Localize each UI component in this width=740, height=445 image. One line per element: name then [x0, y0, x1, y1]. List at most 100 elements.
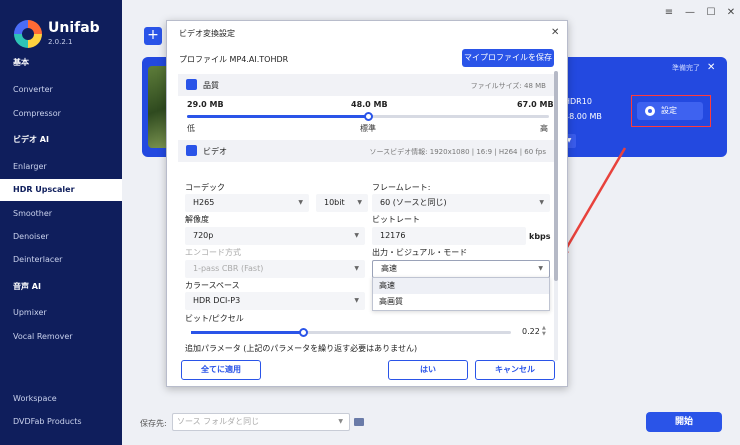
- output-size-label: 48.00 MB: [564, 112, 602, 121]
- colorspace-value: HDR DCI-P3: [193, 296, 241, 305]
- file-size-info: ファイルサイズ: 48 MB: [470, 82, 546, 90]
- gear-icon: [645, 106, 655, 116]
- visual-mode-dropdown: 高速 高画質: [372, 277, 550, 311]
- sidebar-item-smoother[interactable]: Smoother: [0, 203, 122, 225]
- cancel-button[interactable]: キャンセル: [475, 360, 555, 380]
- sidebar-item-workspace[interactable]: Workspace: [0, 388, 122, 410]
- video-section-header: ビデオ ソースビデオ情報: 1920x1080 | 16:9 | H264 | …: [178, 140, 554, 162]
- sidebar: Unifab 2.0.2.1 基本 Converter Compressor ビデオ …: [0, 0, 122, 445]
- menu-icon[interactable]: ≡: [662, 7, 676, 18]
- resolution-value: 720p: [193, 231, 214, 240]
- video-settings-dialog: ビデオ変換設定 ✕ プロファイル MP4.AI.TOHDR マイプロファイルを保…: [166, 20, 568, 387]
- visual-mode-option[interactable]: 高画質: [373, 294, 549, 310]
- save-location-select[interactable]: ソース フォルダと同じ ▼: [172, 413, 350, 431]
- add-video-button[interactable]: +: [144, 21, 162, 45]
- bpp-value[interactable]: 0.22: [522, 327, 540, 336]
- quality-slider[interactable]: [187, 112, 549, 121]
- quality-section-header: 品質 ファイルサイズ: 48 MB: [178, 74, 554, 96]
- quality-mid-size: 48.0 MB: [351, 100, 388, 109]
- bpp-slider-handle[interactable]: [299, 328, 308, 337]
- quality-standard-label: 標準: [360, 124, 376, 133]
- settings-button-label: 設定: [661, 106, 677, 115]
- sidebar-item-upmixer[interactable]: Upmixer: [0, 302, 122, 324]
- codec-select[interactable]: H265 ▼: [185, 194, 309, 212]
- save-location-label: 保存先:: [140, 419, 167, 428]
- quality-slider-fill: [187, 115, 368, 118]
- video-section-title: ビデオ: [203, 147, 227, 156]
- settings-button[interactable]: 設定: [637, 102, 703, 120]
- hdr-format-label: HDR10: [564, 97, 592, 106]
- sidebar-item-converter[interactable]: Converter: [0, 79, 122, 101]
- sidebar-item-dvdfab-products[interactable]: DVDFab Products: [0, 411, 122, 433]
- dialog-scrollbar-thumb[interactable]: [554, 71, 558, 281]
- sidebar-item-enlarger[interactable]: Enlarger: [0, 156, 122, 178]
- bitrate-unit: kbps: [529, 232, 551, 241]
- window-close-icon[interactable]: ✕: [724, 7, 738, 18]
- quality-high-label: 高: [540, 124, 548, 133]
- play-icon: [186, 145, 197, 156]
- chevron-down-icon: ▼: [354, 265, 359, 272]
- minimize-icon[interactable]: —: [683, 7, 697, 18]
- extra-params-label: 追加パラメータ (上記のパラメータを繰り返す必要はありません): [185, 344, 418, 353]
- bitrate-input[interactable]: 12176: [372, 227, 526, 245]
- framerate-label: フレームレート:: [372, 183, 431, 192]
- ok-button[interactable]: はい: [388, 360, 468, 380]
- codec-value: H265: [193, 198, 215, 207]
- bitrate-label: ビットレート: [372, 215, 420, 224]
- bpp-stepper-icon[interactable]: ▲ ▼: [542, 325, 546, 337]
- framerate-value: 60 (ソースと同じ): [380, 198, 447, 207]
- file-icon: [186, 79, 197, 90]
- start-button[interactable]: 開始: [646, 412, 722, 432]
- codec-label: コーデック: [185, 183, 225, 192]
- sidebar-item-hdr-upscaler[interactable]: HDR Upscaler: [0, 179, 122, 201]
- save-profile-button[interactable]: マイプロファイルを保存: [462, 49, 554, 67]
- unifab-logo-icon: [14, 20, 42, 48]
- maximize-icon[interactable]: ☐: [704, 7, 718, 18]
- bpp-slider-fill: [191, 331, 303, 334]
- chevron-down-icon: ▼: [354, 232, 359, 239]
- colorspace-select[interactable]: HDR DCI-P3 ▼: [185, 292, 365, 310]
- bitrate-value: 12176: [380, 231, 406, 240]
- framerate-select[interactable]: 60 (ソースと同じ) ▼: [372, 194, 550, 212]
- app-version: 2.0.2.1: [48, 38, 73, 46]
- bpp-label: ビット/ピクセル: [185, 314, 244, 323]
- task-status: 準備完了: [672, 64, 700, 72]
- save-location-value: ソース フォルダと同じ: [177, 417, 260, 426]
- sidebar-item-: 基本: [13, 58, 29, 67]
- profile-label: プロファイル MP4.AI.TOHDR: [179, 55, 289, 64]
- apply-all-button[interactable]: 全てに適用: [181, 360, 261, 380]
- sidebar-item-ai: ビデオ AI: [13, 135, 49, 144]
- chevron-down-icon: ▼: [538, 265, 543, 272]
- visual-mode-value: 高速: [381, 264, 397, 273]
- dialog-title: ビデオ変換設定: [179, 29, 235, 38]
- visual-mode-select[interactable]: 高速 ▼: [372, 260, 550, 278]
- sidebar-item-deinterlacer[interactable]: Deinterlacer: [0, 249, 122, 271]
- chevron-down-icon: ▼: [298, 199, 303, 206]
- encode-method-label: エンコード方式: [185, 248, 241, 257]
- quality-section-title: 品質: [203, 81, 219, 90]
- chevron-down-icon: ▼: [338, 418, 343, 425]
- quality-max-size: 67.0 MB: [517, 100, 554, 109]
- quality-min-size: 29.0 MB: [187, 100, 224, 109]
- bitdepth-select[interactable]: 10bit ▼: [316, 194, 368, 212]
- resolution-label: 解像度: [185, 215, 209, 224]
- resolution-select[interactable]: 720p ▼: [185, 227, 365, 245]
- source-video-info: ソースビデオ情報: 1920x1080 | 16:9 | H264 | 60 f…: [369, 148, 546, 156]
- quality-slider-handle[interactable]: [364, 112, 373, 121]
- dialog-close-icon[interactable]: ✕: [551, 27, 559, 38]
- sidebar-item-vocal-remover[interactable]: Vocal Remover: [0, 326, 122, 348]
- sidebar-item-compressor[interactable]: Compressor: [0, 103, 122, 125]
- chevron-down-icon: ▼: [357, 199, 362, 206]
- folder-icon[interactable]: [354, 418, 364, 426]
- chevron-down-icon: ▼: [539, 199, 544, 206]
- encode-method-select[interactable]: 1-pass CBR (Fast) ▼: [185, 260, 365, 278]
- bpp-slider[interactable]: [191, 328, 511, 337]
- colorspace-label: カラースペース: [185, 281, 240, 290]
- bitdepth-value: 10bit: [324, 198, 345, 207]
- app-brand: Unifab: [48, 20, 100, 36]
- encode-method-value: 1-pass CBR (Fast): [193, 264, 264, 273]
- task-remove-icon[interactable]: ✕: [707, 62, 715, 73]
- sidebar-item-denoiser[interactable]: Denoiser: [0, 226, 122, 248]
- quality-low-label: 低: [187, 124, 195, 133]
- visual-mode-option[interactable]: 高速: [373, 278, 549, 294]
